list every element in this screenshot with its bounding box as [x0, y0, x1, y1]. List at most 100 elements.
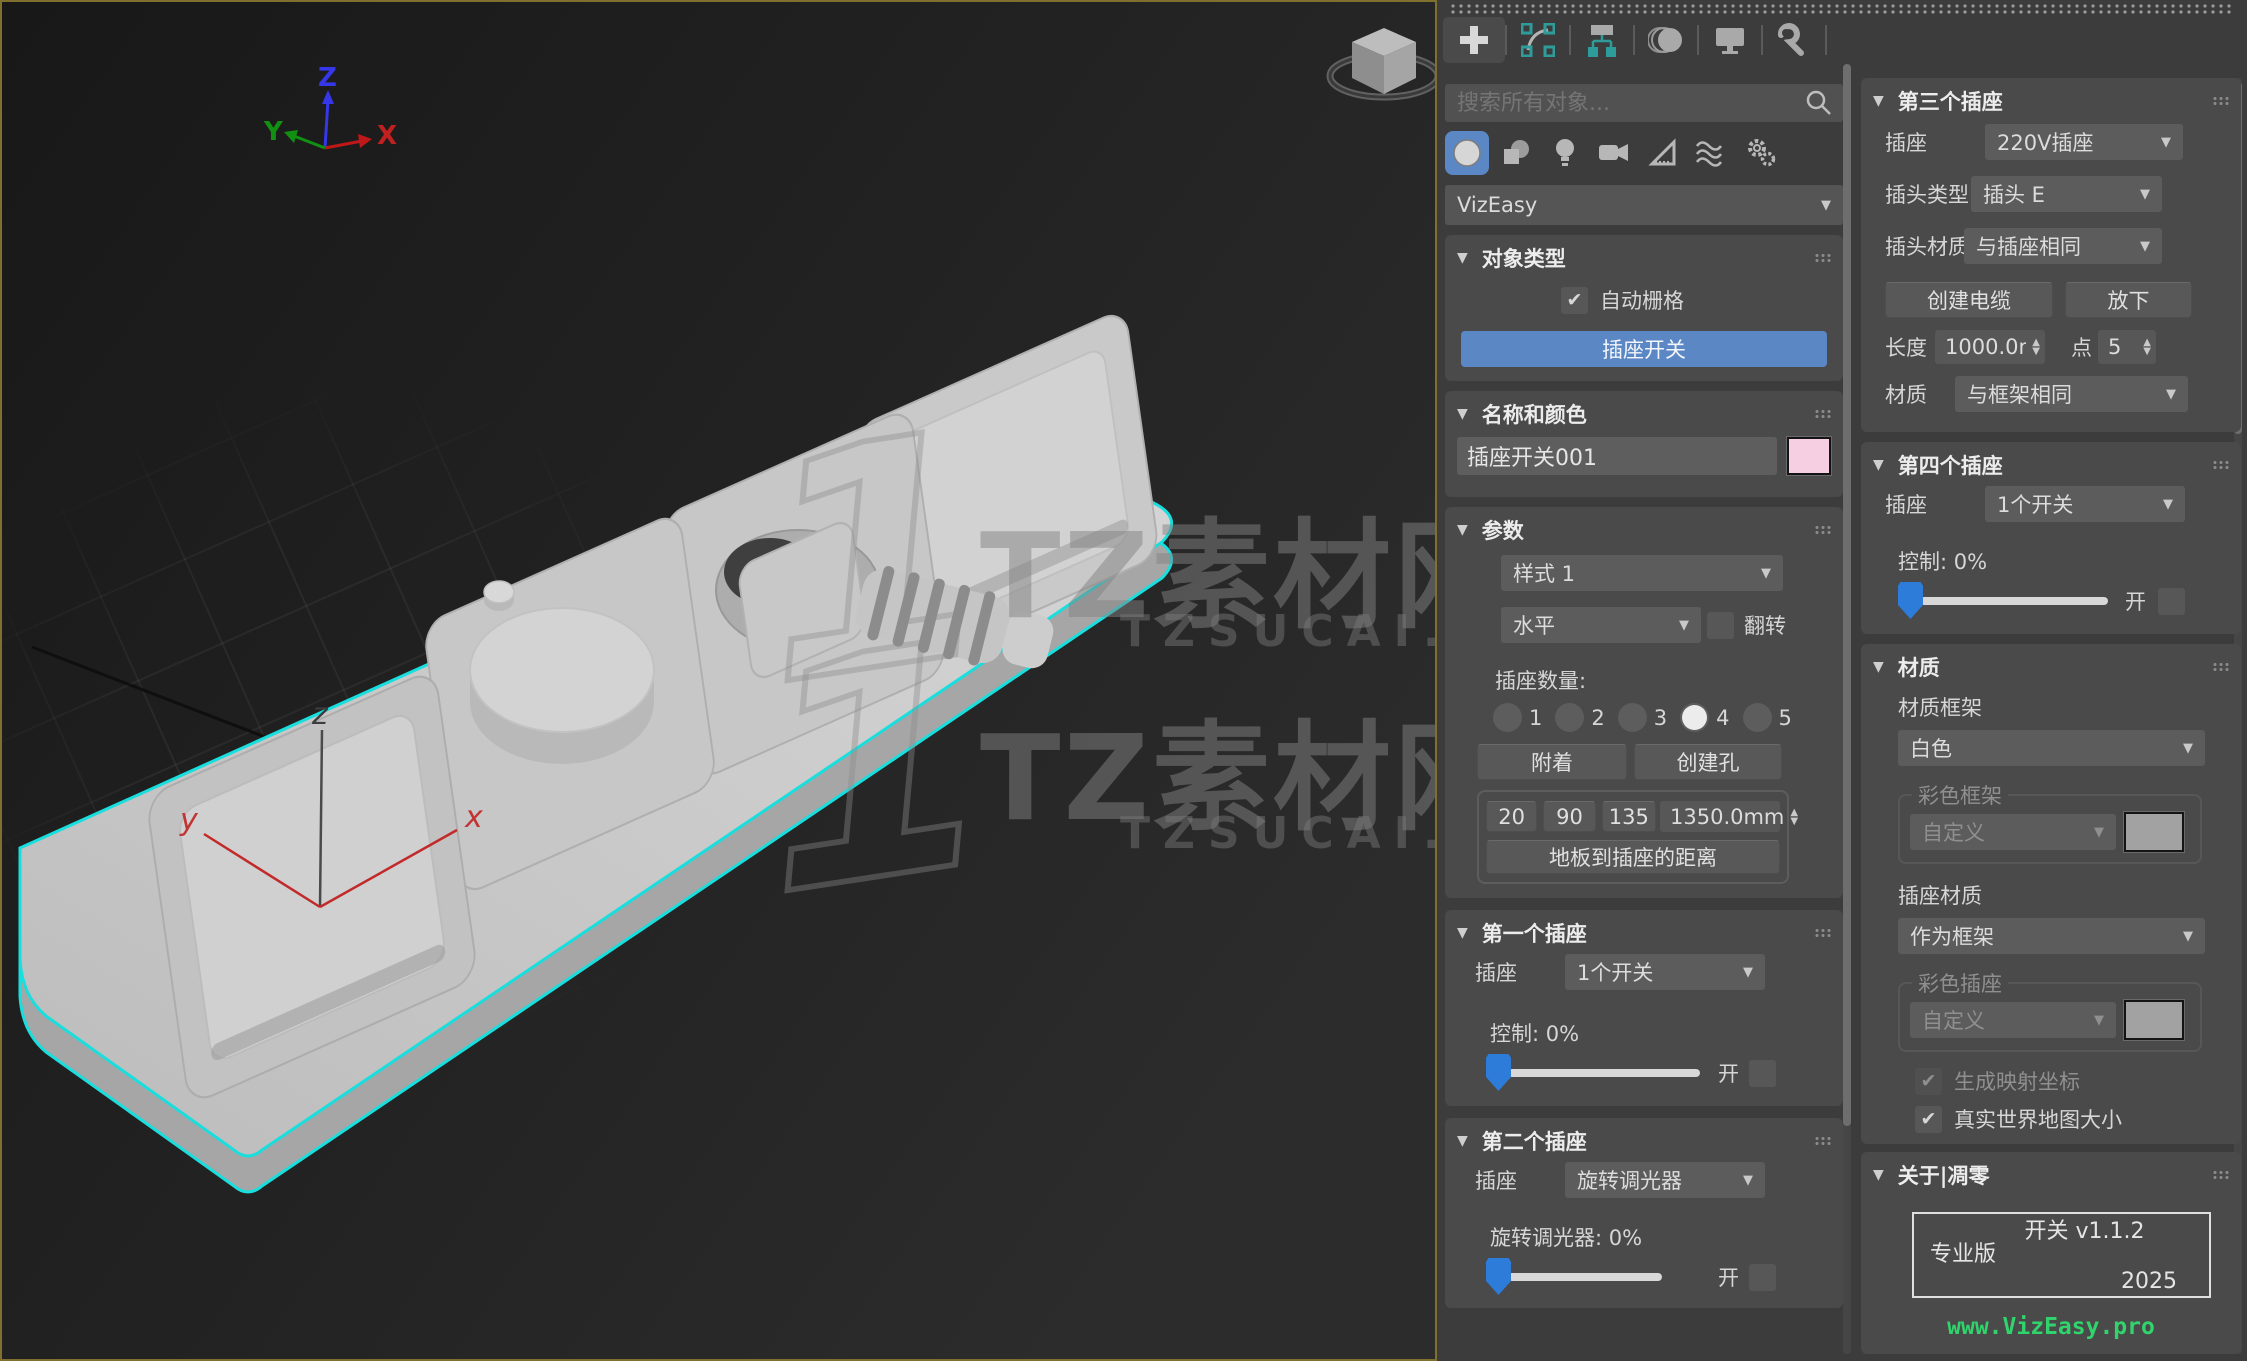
orientation-dropdown[interactable]: 水平 ▼ [1501, 607, 1701, 643]
tab-hierarchy[interactable] [1571, 17, 1633, 63]
radio-count-5[interactable] [1743, 703, 1772, 732]
rollout-header[interactable]: ▼ 第四个插座 [1861, 442, 2241, 482]
chevron-down-icon: ▼ [1873, 1167, 1884, 1183]
rollout-grip-icon[interactable] [1814, 928, 1831, 939]
spinner-arrows-icon[interactable]: ▲▼ [1784, 808, 1798, 826]
put-down-button[interactable]: 放下 [2065, 282, 2192, 318]
rollout-header[interactable]: ▼ 对象类型 [1445, 235, 1843, 275]
object-color-swatch[interactable] [1787, 437, 1831, 475]
category-lights[interactable] [1543, 131, 1587, 175]
viewcube[interactable] [1330, 28, 1437, 97]
slider-track[interactable] [1508, 1273, 1662, 1281]
slider-handle[interactable] [1486, 1054, 1511, 1091]
rollout-grip-icon[interactable] [2212, 1170, 2229, 1181]
slider-track[interactable] [1920, 597, 2108, 605]
rollout-grip-icon[interactable] [2212, 460, 2229, 471]
search-field[interactable] [1445, 84, 1843, 122]
spinner-arrows-icon[interactable]: ▲▼ [2137, 338, 2151, 356]
tab-modify[interactable] [1507, 17, 1569, 63]
points-label: 点 [2071, 332, 2092, 362]
category-geometry[interactable] [1445, 131, 1489, 175]
socket4-control-slider[interactable] [1898, 582, 2108, 620]
rollout-grip-icon[interactable] [2212, 96, 2229, 107]
rollout-grip-icon[interactable] [1814, 253, 1831, 264]
floor-distance-button[interactable]: 地板到插座的距离 [1486, 840, 1780, 874]
rollout-header[interactable]: ▼ 参数 [1445, 507, 1843, 547]
rollout-grip-icon[interactable] [1814, 1136, 1831, 1147]
height-spinner[interactable]: 1350.0mm ▲▼ [1660, 801, 1780, 832]
column1-scrollbar-thumb[interactable] [1843, 64, 1851, 1126]
gen-mapping-checkbox[interactable]: ✔ [1915, 1068, 1942, 1095]
panel-drag-handle[interactable] [1449, 3, 2235, 14]
rollout-title: 第四个插座 [1898, 450, 2003, 480]
rollout-header[interactable]: ▼ 材质 [1861, 644, 2241, 684]
object-name-input[interactable] [1457, 437, 1777, 475]
tab-utilities[interactable] [1763, 17, 1825, 63]
tab-create[interactable] [1443, 17, 1505, 63]
flip-checkbox[interactable]: ✔ [1707, 612, 1734, 639]
spinner-arrows-icon[interactable]: ▲▼ [2026, 338, 2040, 356]
socket2-type-dropdown[interactable]: 旋转调光器 ▼ [1565, 1162, 1765, 1198]
socket2-control-slider[interactable] [1486, 1258, 1662, 1296]
set-square-icon [1646, 136, 1680, 170]
attach-label: 附着 [1531, 747, 1573, 777]
vizeasy-link[interactable]: www.VizEasy.pro [1947, 1314, 2155, 1340]
points-spinner[interactable]: 5 ▲▼ [2098, 330, 2156, 364]
preset-90-button[interactable]: 90 [1543, 801, 1595, 832]
style-dropdown[interactable]: 样式 1 ▼ [1501, 555, 1783, 591]
column1-scrollbar[interactable] [1843, 64, 1851, 1354]
category-helpers[interactable] [1641, 131, 1685, 175]
radio-count-4[interactable] [1680, 703, 1709, 732]
socket1-control-slider[interactable] [1486, 1054, 1700, 1092]
plugin-category-dropdown[interactable]: VizEasy ▼ [1445, 185, 1843, 225]
plug-type-dropdown[interactable]: 插头 E ▼ [1971, 176, 2162, 212]
rollout-header[interactable]: ▼ 第二个插座 [1445, 1118, 1843, 1158]
create-hole-button[interactable]: 创建孔 [1634, 744, 1782, 780]
preset-20-button[interactable]: 20 [1486, 801, 1537, 832]
length-spinner[interactable]: 1000.0m ▲▼ [1935, 330, 2045, 364]
preset-135-button[interactable]: 135 [1602, 801, 1656, 832]
rollout-grip-icon[interactable] [1814, 525, 1831, 536]
socket4-on-checkbox[interactable]: ✔ [2158, 588, 2185, 615]
rollout-header[interactable]: ▼ 第一个插座 [1445, 910, 1843, 950]
tab-motion[interactable] [1635, 17, 1697, 63]
color-socket-dropdown[interactable]: 自定义 ▼ [1910, 1002, 2116, 1038]
socket1-on-checkbox[interactable]: ✔ [1749, 1060, 1776, 1087]
color-frame-swatch[interactable] [2124, 812, 2184, 852]
socket1-type-dropdown[interactable]: 1个开关 ▼ [1565, 954, 1765, 990]
rollout-header[interactable]: ▼ 名称和颜色 [1445, 391, 1843, 431]
socket4-type-dropdown[interactable]: 1个开关 ▼ [1985, 486, 2185, 522]
tab-display[interactable] [1699, 17, 1761, 63]
category-spacewarps[interactable] [1690, 131, 1734, 175]
create-cable-button[interactable]: 创建电缆 [1885, 282, 2053, 318]
color-frame-dropdown[interactable]: 自定义 ▼ [1910, 814, 2116, 850]
radio-count-2[interactable] [1555, 703, 1584, 732]
rollout-grip-icon[interactable] [1814, 409, 1831, 420]
rollout-header[interactable]: ▼ 第三个插座 [1861, 78, 2241, 118]
slider-handle[interactable] [1486, 1258, 1511, 1295]
socket2-on-checkbox[interactable]: ✔ [1749, 1264, 1776, 1291]
real-world-checkbox[interactable]: ✔ [1915, 1106, 1942, 1133]
slider-handle[interactable] [1898, 582, 1923, 619]
cable-material-dropdown[interactable]: 与框架相同 ▼ [1955, 376, 2188, 412]
rollout-title: 第一个插座 [1482, 918, 1587, 948]
radio-label: 4 [1716, 706, 1729, 730]
radio-count-3[interactable] [1618, 703, 1647, 732]
category-systems[interactable] [1739, 131, 1783, 175]
frame-material-dropdown[interactable]: 白色 ▼ [1898, 730, 2205, 766]
create-socket-switch-button[interactable]: 插座开关 [1461, 331, 1827, 367]
attach-button[interactable]: 附着 [1477, 744, 1627, 780]
radio-count-1[interactable] [1493, 703, 1522, 732]
autogrid-checkbox[interactable]: ✔ [1561, 287, 1588, 314]
category-cameras[interactable] [1592, 131, 1636, 175]
rollout-grip-icon[interactable] [2212, 662, 2229, 673]
slider-track[interactable] [1508, 1069, 1700, 1077]
rollout-header[interactable]: ▼ 关于|凋零 [1861, 1152, 2241, 1192]
plug-mat-dropdown[interactable]: 与插座相同 ▼ [1964, 228, 2162, 264]
socket-material-dropdown[interactable]: 作为框架 ▼ [1898, 918, 2205, 954]
viewport-3d[interactable]: z x y Z X Y 1 1 TZ素材网 TZSUCAI.COM TZ素材网 [0, 0, 1437, 1361]
category-shapes[interactable] [1494, 131, 1538, 175]
socket3-type-dropdown[interactable]: 220V插座 ▼ [1985, 124, 2183, 160]
color-socket-swatch[interactable] [2124, 1000, 2184, 1040]
search-input[interactable] [1455, 90, 1805, 117]
